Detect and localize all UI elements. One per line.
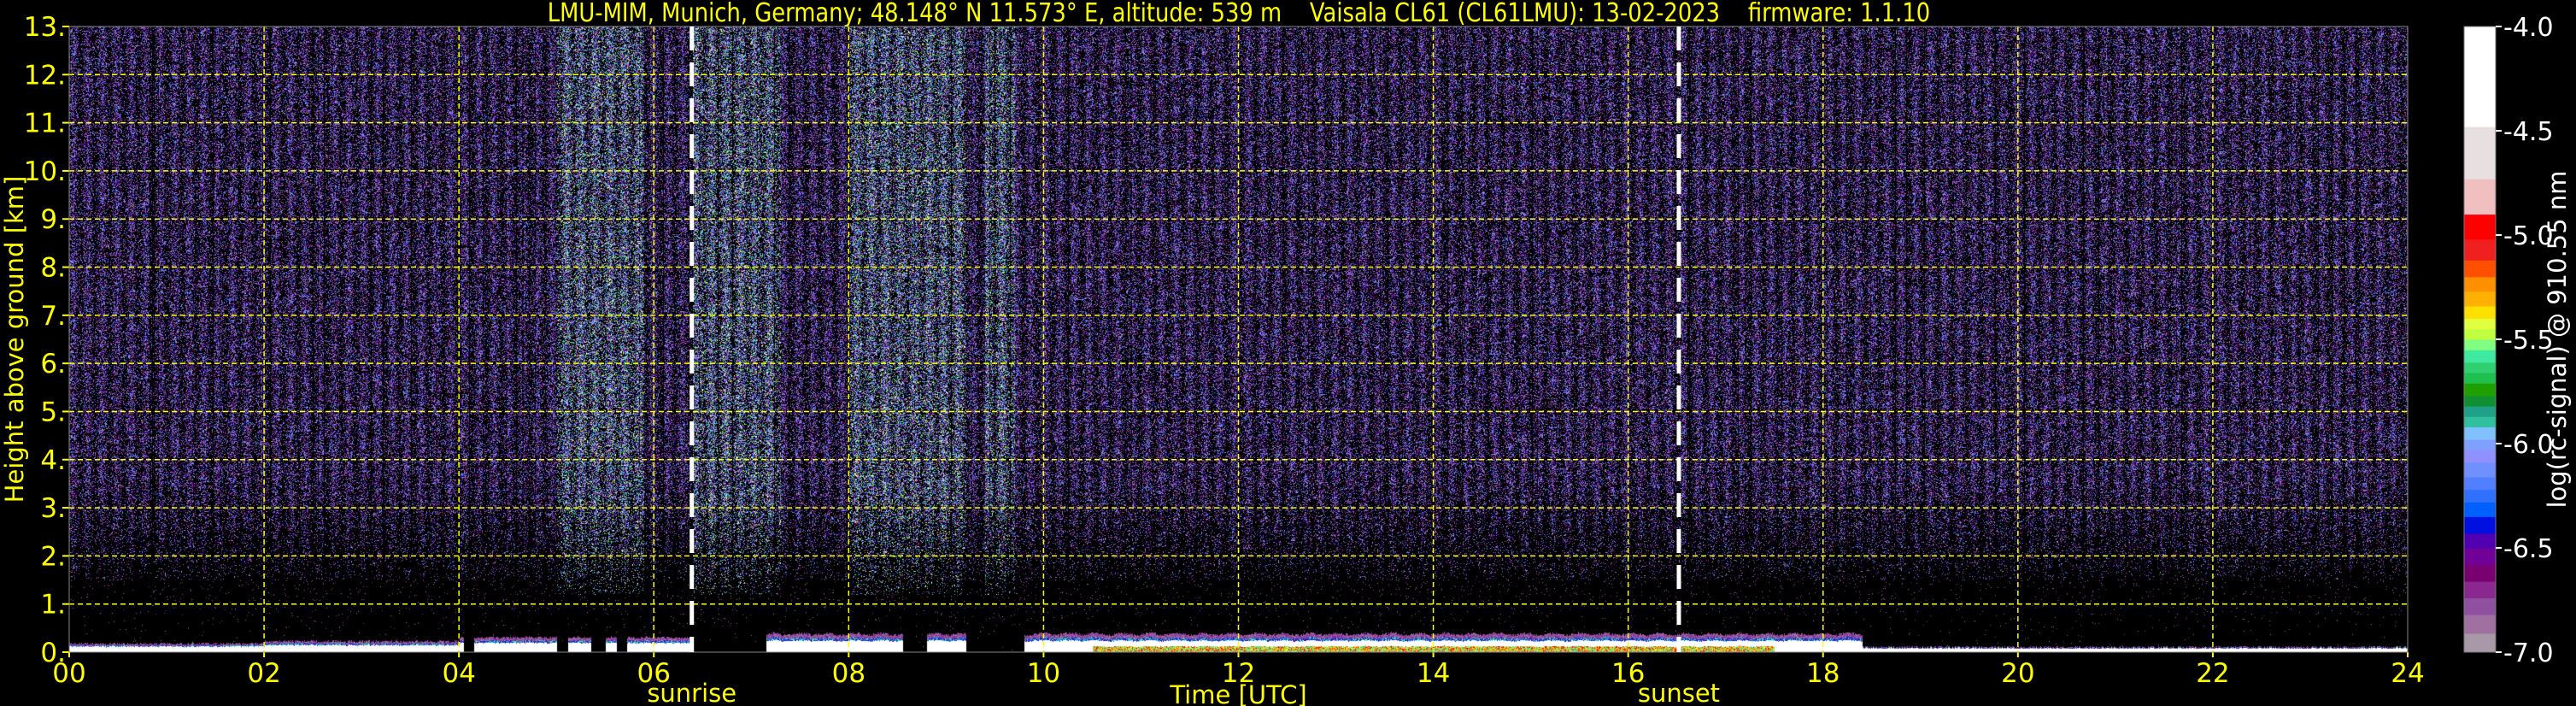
y-tick-label: 13. xyxy=(24,12,66,43)
colorbar-segment xyxy=(2464,427,2496,440)
colorbar-segment xyxy=(2464,318,2496,330)
colorbar-segment xyxy=(2464,291,2496,307)
colorbar-label: log(rc-signal) @ 910.55 nm xyxy=(2543,170,2572,508)
colorbar-segment xyxy=(2464,276,2496,292)
colorbar-segment xyxy=(2464,450,2496,463)
colorbar-segment xyxy=(2464,350,2496,363)
colorbar-segment xyxy=(2464,462,2496,478)
y-axis-label: Height above ground [km] xyxy=(0,176,29,503)
x-tick-label: 02 xyxy=(247,658,280,689)
y-tick-label: 10. xyxy=(24,156,66,187)
x-tick-label: 18 xyxy=(1806,658,1840,689)
colorbar-segment xyxy=(2464,328,2496,340)
colorbar-segment xyxy=(2464,305,2496,320)
colorbar-segment xyxy=(2464,373,2496,384)
y-tick-label: 8. xyxy=(40,253,66,284)
colorbar-segment xyxy=(2464,532,2496,549)
sunset-label: sunset xyxy=(1638,679,1720,706)
colorbar-segment xyxy=(2464,597,2496,615)
colorbar-segment xyxy=(2464,238,2496,261)
colorbar-segment xyxy=(2464,260,2496,278)
colorbar-tick-label: -7.0 xyxy=(2503,638,2554,668)
y-tick-label: 3. xyxy=(40,493,66,524)
y-tick-label: 2. xyxy=(40,541,66,572)
colorbar-segment xyxy=(2464,339,2496,350)
colorbar-tick-label: -6.5 xyxy=(2503,534,2554,564)
x-tick-label: 22 xyxy=(2196,658,2229,689)
colorbar-segment xyxy=(2464,406,2496,417)
colorbar-segment xyxy=(2464,126,2496,179)
colorbar-segment xyxy=(2464,564,2496,582)
y-tick-label: 1. xyxy=(40,590,66,621)
colorbar-segment xyxy=(2464,395,2496,407)
colorbar-segment xyxy=(2464,633,2496,653)
colorbar-segment xyxy=(2464,26,2496,127)
y-tick-label: 12. xyxy=(24,60,66,91)
y-tick-label: 9. xyxy=(40,204,66,235)
colorbar-segment xyxy=(2464,383,2496,397)
colorbar-segment xyxy=(2464,502,2496,517)
colorbar-segment xyxy=(2464,477,2496,491)
y-tick-label: 6. xyxy=(40,349,66,379)
x-tick-label: 00 xyxy=(52,658,85,689)
y-tick-label: 11. xyxy=(24,109,66,139)
x-tick-label: 04 xyxy=(442,658,475,689)
x-tick-label: 20 xyxy=(2001,658,2034,689)
x-axis-label: Time [UTC] xyxy=(1169,680,1306,706)
y-tick-label: 4. xyxy=(40,445,66,476)
chart-overlay: 0.1.2.3.4.5.6.7.8.9.10.11.12.13.00 02 04 06… xyxy=(0,12,2572,706)
colorbar-tick-label: -4.0 xyxy=(2503,13,2554,43)
colorbar-segment xyxy=(2464,548,2496,566)
colorbar-tick-label: -4.5 xyxy=(2503,117,2554,147)
colorbar-segment xyxy=(2464,489,2496,503)
colorbar-segment xyxy=(2464,439,2496,450)
x-tick-label: 14 xyxy=(1417,658,1450,689)
x-tick-label: 08 xyxy=(832,658,866,689)
sunrise-label: sunrise xyxy=(647,679,736,706)
y-tick-label: 7. xyxy=(40,301,66,332)
colorbar-segment xyxy=(2464,615,2496,634)
colorbar-segment xyxy=(2464,581,2496,599)
x-tick-label: 10 xyxy=(1027,658,1060,689)
x-tick-label: 24 xyxy=(2391,658,2424,689)
colorbar-segment xyxy=(2464,362,2496,374)
y-tick-label: 5. xyxy=(40,397,66,427)
colorbar-segment xyxy=(2464,416,2496,427)
colorbar-segment xyxy=(2464,179,2496,215)
colorbar-segment xyxy=(2464,214,2496,240)
colorbar-segment xyxy=(2464,516,2496,534)
